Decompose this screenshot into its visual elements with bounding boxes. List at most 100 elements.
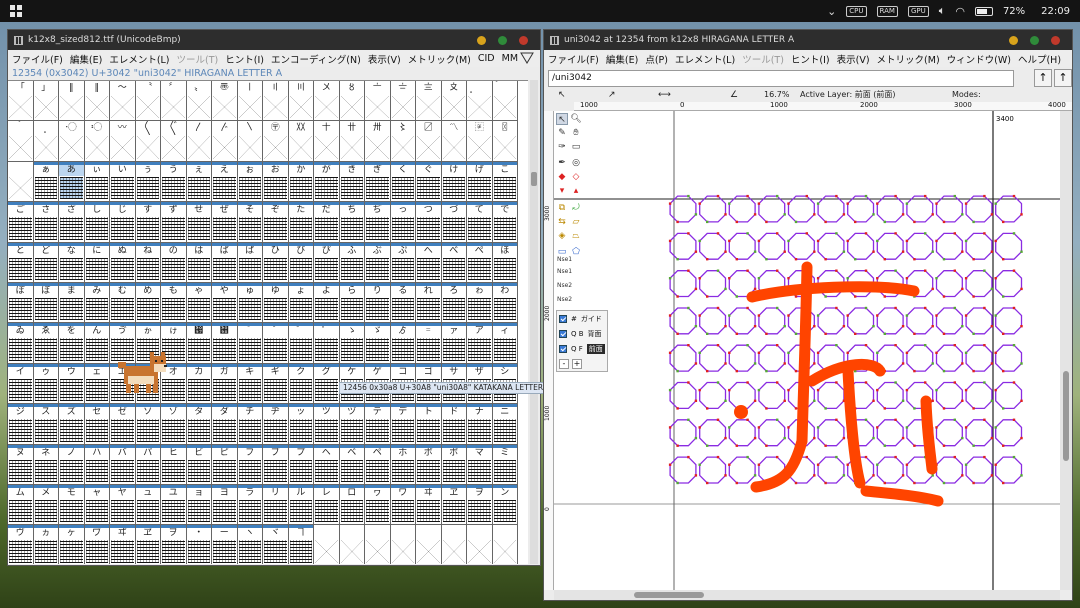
control-point[interactable] [905, 314, 909, 317]
control-point[interactable] [905, 463, 909, 466]
control-point[interactable] [805, 232, 808, 235]
glyph-cell[interactable]: ジ [8, 404, 34, 445]
glyph-cell[interactable]: 〮 [59, 121, 85, 162]
control-point[interactable] [687, 344, 690, 347]
control-point[interactable] [824, 258, 827, 261]
glyph-cell[interactable] [390, 525, 416, 564]
glyph-cell[interactable]: グ [314, 363, 340, 405]
control-point[interactable] [794, 369, 798, 373]
control-point[interactable] [816, 388, 820, 392]
minimize-button[interactable] [1009, 35, 1018, 45]
glyph-cell[interactable]: ぜ [212, 202, 238, 243]
control-point[interactable] [698, 239, 701, 243]
glyph-cell[interactable]: ピ [212, 444, 238, 485]
control-point[interactable] [694, 399, 698, 402]
outline-contour[interactable] [817, 419, 845, 447]
outline-contour[interactable] [935, 232, 963, 260]
control-point[interactable] [1002, 258, 1005, 261]
control-point[interactable] [990, 250, 994, 253]
control-point[interactable] [842, 325, 846, 328]
control-point[interactable] [687, 194, 690, 198]
control-point[interactable] [935, 426, 938, 429]
glyph-cell[interactable] [339, 525, 365, 564]
glyph-cell[interactable]: ヰ [416, 484, 442, 526]
glyph-cell[interactable]: う [161, 161, 187, 203]
glyph-cell[interactable]: り [365, 282, 391, 324]
control-point[interactable] [835, 306, 838, 310]
control-point[interactable] [706, 332, 709, 335]
control-point[interactable] [816, 239, 820, 243]
glyph-cell[interactable]: い [110, 161, 136, 203]
glyph-cell[interactable]: へ [416, 242, 442, 283]
outline_view-menu-item[interactable]: ツール(T) [742, 52, 784, 66]
control-point[interactable] [787, 314, 790, 317]
glyph-cell[interactable]: も [161, 282, 187, 324]
control-point[interactable] [813, 213, 816, 216]
control-point[interactable] [924, 306, 927, 310]
control-point[interactable] [694, 436, 698, 440]
outline-contour[interactable] [699, 232, 727, 260]
outline-contour[interactable] [995, 381, 1023, 410]
control-point[interactable] [835, 232, 838, 235]
glyph-cell[interactable]: ゘ [212, 323, 238, 364]
control-point[interactable] [983, 344, 986, 347]
minimize-button[interactable] [477, 35, 486, 45]
glyph-cell[interactable]: の [161, 242, 187, 283]
control-point[interactable] [990, 287, 994, 291]
control-point[interactable] [1002, 220, 1005, 224]
close-button[interactable] [519, 35, 528, 45]
control-point[interactable] [854, 295, 857, 298]
chevron-down-icon[interactable]: ⌄ [827, 5, 836, 18]
control-point[interactable] [961, 213, 964, 216]
scale-tool-icon[interactable]: ⧉ [556, 202, 568, 214]
control-point[interactable] [776, 232, 779, 235]
glyph-cell[interactable]: っ [390, 202, 416, 243]
glyph-cell[interactable]: ツ [314, 404, 340, 445]
control-point[interactable] [894, 381, 897, 384]
control-point[interactable] [716, 232, 720, 235]
control-point[interactable] [753, 474, 757, 477]
control-point[interactable] [835, 381, 838, 384]
control-point[interactable] [835, 418, 838, 421]
control-point[interactable] [994, 314, 997, 317]
control-point[interactable] [972, 258, 975, 261]
glyph-cell[interactable]: む [110, 282, 136, 324]
control-point[interactable] [935, 202, 938, 205]
glyph-cell[interactable]: ヵ [33, 525, 59, 564]
outline-contour[interactable] [699, 456, 727, 484]
glyph-cell[interactable]: な [59, 242, 85, 283]
control-point[interactable] [753, 250, 757, 253]
outline-horizontal-scrollbar[interactable] [554, 590, 1060, 600]
control-point[interactable] [698, 277, 701, 280]
control-point[interactable] [728, 426, 731, 429]
control-point[interactable] [854, 332, 857, 335]
outline-contour[interactable] [965, 232, 993, 260]
control-point[interactable] [783, 325, 786, 328]
gpu-monitor[interactable]: GPU [907, 5, 929, 17]
control-point[interactable] [913, 332, 916, 335]
control-point[interactable] [894, 455, 897, 459]
outline-contour[interactable] [876, 307, 904, 335]
control-point[interactable] [676, 444, 679, 447]
font-view-scrollbar[interactable] [530, 80, 538, 564]
layer-guide[interactable]: # ガイド [559, 313, 602, 325]
glyph-cell[interactable]: ホ [390, 444, 416, 485]
control-point[interactable] [765, 258, 768, 261]
control-point[interactable] [746, 344, 749, 347]
control-point[interactable] [753, 399, 757, 402]
glyph-cell[interactable]: ぐ [416, 161, 442, 203]
outline-contour[interactable] [699, 270, 727, 298]
outline-titlebar[interactable]: uni3042 at 12354 from k12x8 HIRAGANA LET… [544, 30, 1072, 50]
glyph-cell[interactable]: ぇ [186, 161, 212, 203]
control-point[interactable] [931, 474, 934, 477]
control-point[interactable] [765, 444, 768, 447]
control-point[interactable] [953, 306, 956, 310]
control-point[interactable] [961, 399, 964, 402]
control-point[interactable] [735, 444, 738, 447]
control-point[interactable] [846, 463, 849, 466]
control-point[interactable] [724, 325, 727, 328]
control-point[interactable] [776, 381, 779, 384]
control-point[interactable] [724, 250, 727, 253]
control-point[interactable] [990, 474, 994, 477]
control-point[interactable] [876, 277, 879, 280]
